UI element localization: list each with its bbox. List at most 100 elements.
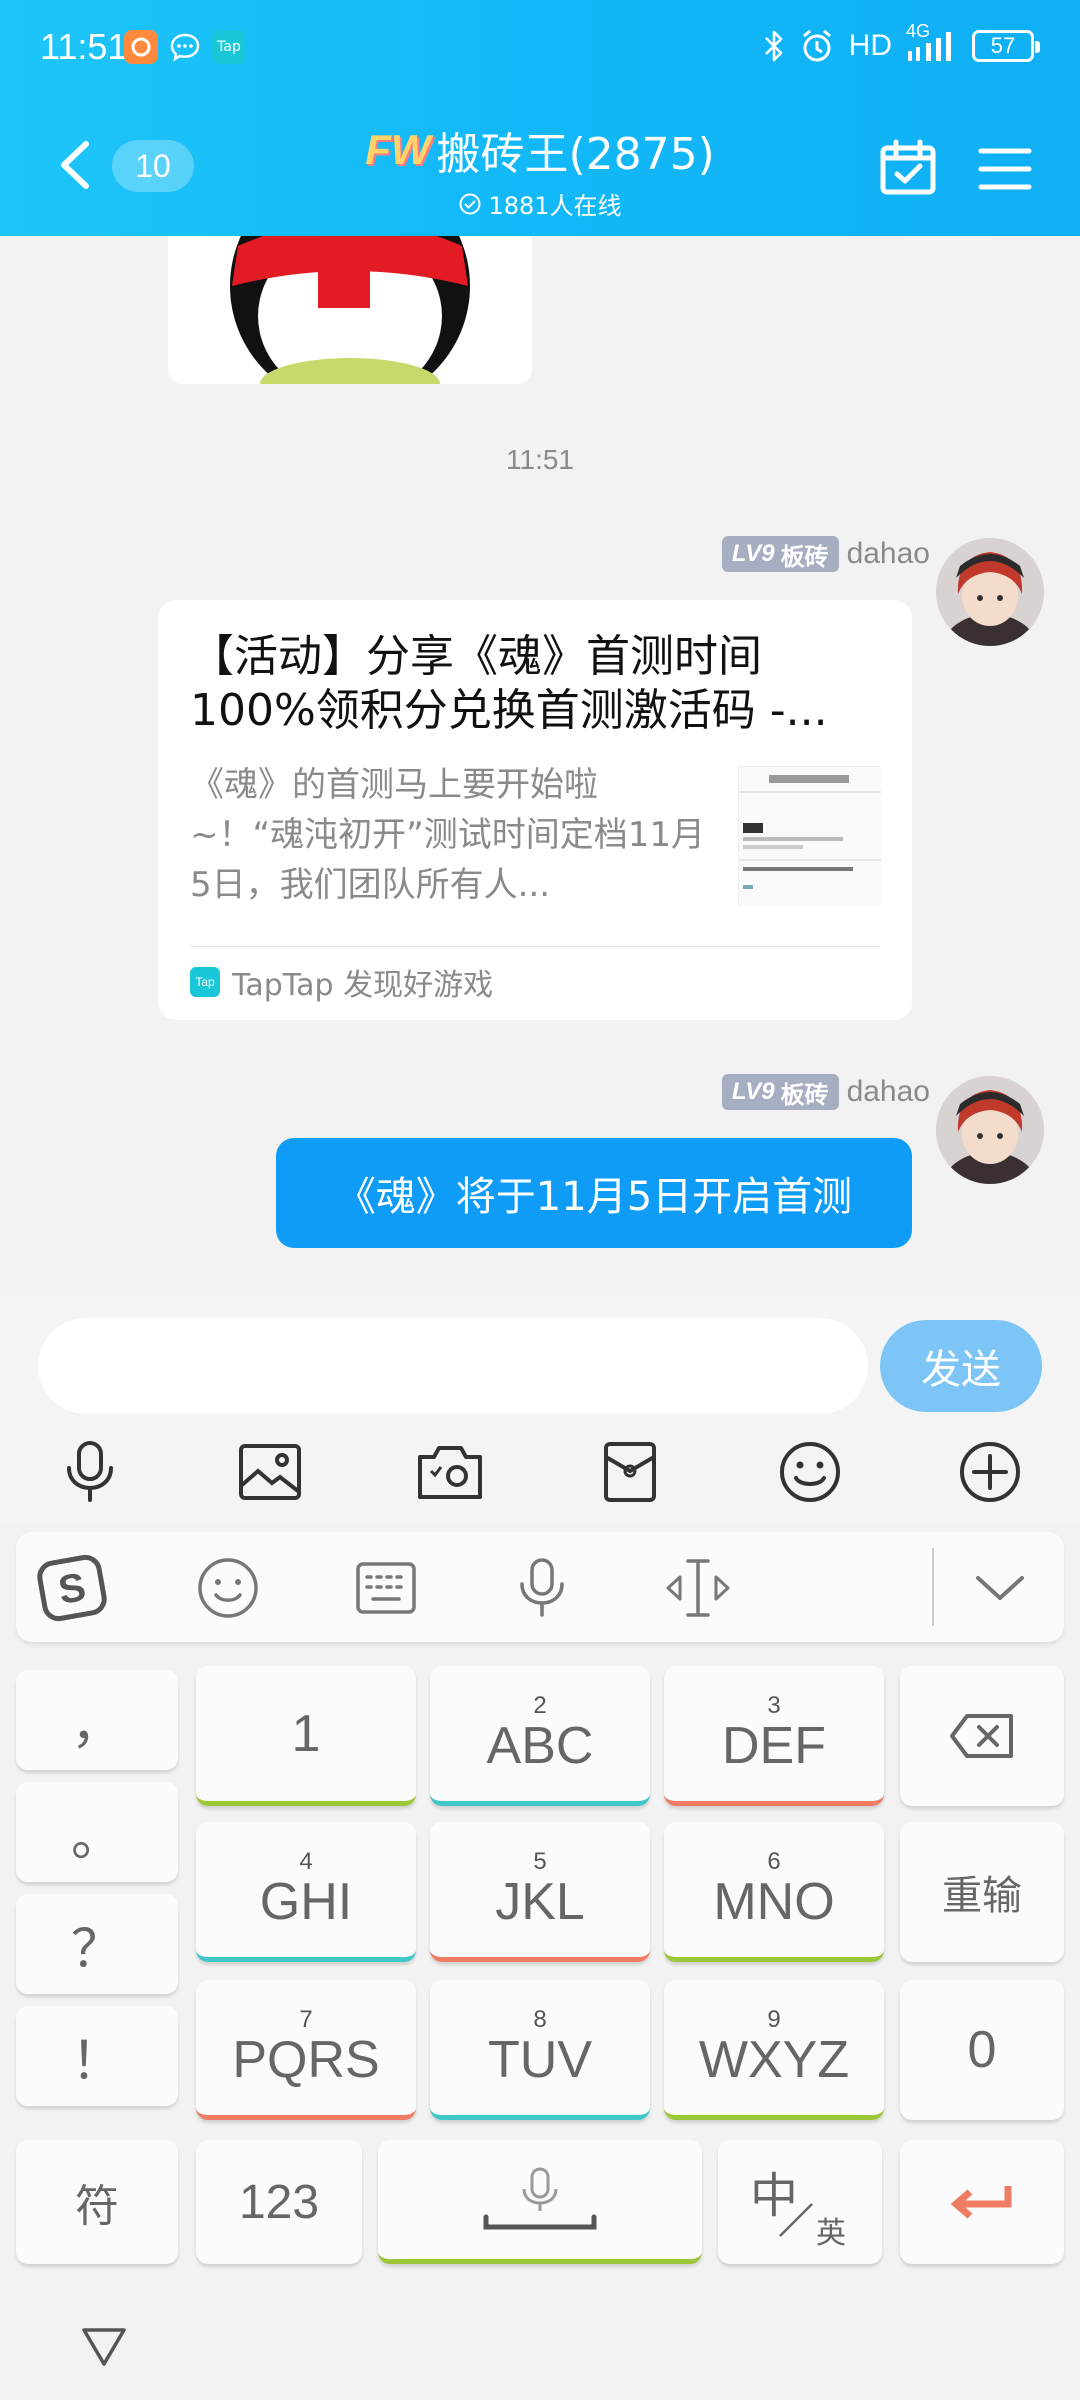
triangle-down-icon: [82, 2328, 126, 2366]
uc-browser-icon: [124, 30, 158, 64]
microphone-icon[interactable]: [506, 1552, 578, 1624]
sogou-logo-icon[interactable]: S: [36, 1552, 108, 1624]
taptap-icon: Tap: [190, 967, 220, 997]
ime-keyboard: S ， 。 ？ ！ 1 2 ABC 3 DEF 4 GHI 5 JKL 6 MN…: [0, 1524, 1080, 2400]
key-period[interactable]: 。: [16, 1782, 178, 1882]
reenter-key[interactable]: 重输: [900, 1822, 1064, 1962]
key-label: 。: [70, 1808, 123, 1867]
avatar[interactable]: [936, 1076, 1044, 1184]
send-button[interactable]: 发送: [880, 1320, 1042, 1412]
key-9-wxyz[interactable]: 9 WXYZ: [664, 1980, 884, 2120]
chevron-down-icon[interactable]: [964, 1552, 1036, 1624]
key-2-abc[interactable]: 2 ABC: [430, 1666, 650, 1806]
key-label: ？: [70, 1920, 123, 1979]
language-switch-key[interactable]: 中 英: [718, 2140, 882, 2264]
key-question[interactable]: ？: [16, 1894, 178, 1994]
keyboard-icon[interactable]: [350, 1552, 422, 1624]
camera-icon[interactable]: [410, 1432, 490, 1512]
level-badge: LV9 板砖: [721, 1074, 839, 1110]
menu-button[interactable]: [978, 146, 1032, 192]
sender-name: dahao: [846, 1075, 930, 1108]
level-badge: LV9 板砖: [721, 536, 839, 572]
card-description: 《魂》的首测马上要开始啦~！“魂沌初开”测试时间定档11月5日，我们团队所有人.…: [190, 765, 705, 905]
taptap-icon: Tap: [212, 30, 246, 64]
group-name: 搬砖王(2875): [436, 129, 715, 180]
keyboard-toolbar: S: [16, 1532, 1064, 1642]
level-label: LV9: [731, 540, 775, 567]
penguin-sticker[interactable]: [168, 236, 532, 384]
card-source: Tap TapTap 发现好游戏: [190, 960, 493, 1004]
key-letters: ABC: [486, 1716, 594, 1775]
cursor-move-icon[interactable]: [662, 1552, 734, 1624]
toolbar-divider: [932, 1548, 934, 1626]
key-label: 123: [238, 2175, 320, 2229]
key-5-jkl[interactable]: 5 JKL: [430, 1822, 650, 1962]
numeric-key[interactable]: 123: [196, 2140, 362, 2264]
level-label: LV9: [731, 1078, 775, 1105]
lang-sub-label: 英: [816, 2216, 846, 2251]
key-number: 7: [299, 2005, 313, 2033]
key-comma[interactable]: ，: [16, 1670, 178, 1770]
key-number: 5: [533, 1847, 547, 1875]
key-number: 8: [533, 2005, 547, 2033]
message-timestamp: 11:51: [506, 444, 574, 475]
backspace-key[interactable]: [900, 1666, 1064, 1806]
message-input[interactable]: [38, 1318, 868, 1414]
card-divider: [190, 946, 880, 947]
chat-header: 11:51 Tap HD 4G 57 10 FW 搬砖王(2875) 1881人…: [0, 0, 1080, 236]
key-4-ghi[interactable]: 4 GHI: [196, 1822, 416, 1962]
key-number: 9: [767, 2005, 781, 2033]
key-6-mno[interactable]: 6 MNO: [664, 1822, 884, 1962]
key-label: ！: [70, 2032, 123, 2091]
hide-keyboard-button[interactable]: [80, 2326, 128, 2368]
emoji-icon[interactable]: [770, 1432, 850, 1512]
key-letters: TUV: [488, 2030, 592, 2089]
emoji-icon[interactable]: [192, 1552, 264, 1624]
network-hd: HD: [848, 29, 892, 62]
key-exclamation[interactable]: ！: [16, 2006, 178, 2106]
composer-toolbar: [0, 1432, 1080, 1512]
key-number: 4: [299, 1847, 313, 1875]
taptap-label: Tap: [217, 39, 241, 55]
key-label: 符: [75, 2181, 119, 2232]
space-key[interactable]: [378, 2140, 702, 2264]
text-message-bubble[interactable]: 《魂》将于11月5日开启首测: [276, 1138, 912, 1248]
enter-key[interactable]: [900, 2140, 1064, 2264]
symbol-key[interactable]: 符: [16, 2140, 178, 2264]
card-thumbnail: [738, 766, 881, 907]
status-bar: 11:51 Tap HD 4G 57: [0, 0, 1080, 100]
key-letters: DEF: [722, 1716, 826, 1775]
key-label: ，: [70, 1696, 123, 1755]
key-number: 3: [767, 1691, 781, 1719]
key-0[interactable]: 0: [900, 1980, 1064, 2120]
network-type: 4G: [906, 21, 931, 41]
calendar-check-button[interactable]: [878, 138, 938, 198]
red-packet-icon[interactable]: [590, 1432, 670, 1512]
backspace-icon: [950, 1714, 1013, 1758]
key-1[interactable]: 1: [196, 1666, 416, 1806]
key-3-def[interactable]: 3 DEF: [664, 1666, 884, 1806]
key-letters: PQRS: [232, 2030, 380, 2089]
key-label: 0: [967, 2021, 997, 2079]
alarm-icon: [799, 28, 835, 64]
link-card[interactable]: 【活动】分享《魂》首测时间100%领积分兑换首测激活码 -... 《魂》的首测马…: [158, 600, 912, 1020]
enter-icon: [950, 2186, 1012, 2219]
key-label: 重输: [942, 1873, 1022, 1919]
key-7-pqrs[interactable]: 7 PQRS: [196, 1980, 416, 2120]
online-count: 1881人在线: [488, 192, 622, 220]
card-title: 【活动】分享《魂》首测时间100%领积分兑换首测激活码 -...: [190, 631, 828, 736]
bluetooth-icon: [763, 29, 785, 63]
image-icon[interactable]: [230, 1432, 310, 1512]
avatar[interactable]: [936, 538, 1044, 646]
key-8-tuv[interactable]: 8 TUV: [430, 1980, 650, 2120]
chat-message-list[interactable]: 11:51 LV9 板砖 dahao 【活动】分享《魂》首测时间100%领积分兑…: [0, 236, 1080, 1296]
key-number: 2: [533, 1691, 547, 1719]
microphone-icon[interactable]: [50, 1432, 130, 1512]
rank-title: 板砖: [780, 1080, 829, 1109]
signal-icon: 4G: [906, 21, 958, 63]
key-letters: GHI: [259, 1872, 353, 1931]
rank-title: 板砖: [780, 542, 829, 571]
message-icon: [168, 30, 202, 64]
plus-icon[interactable]: [950, 1432, 1030, 1512]
group-logo: FW: [365, 126, 431, 173]
